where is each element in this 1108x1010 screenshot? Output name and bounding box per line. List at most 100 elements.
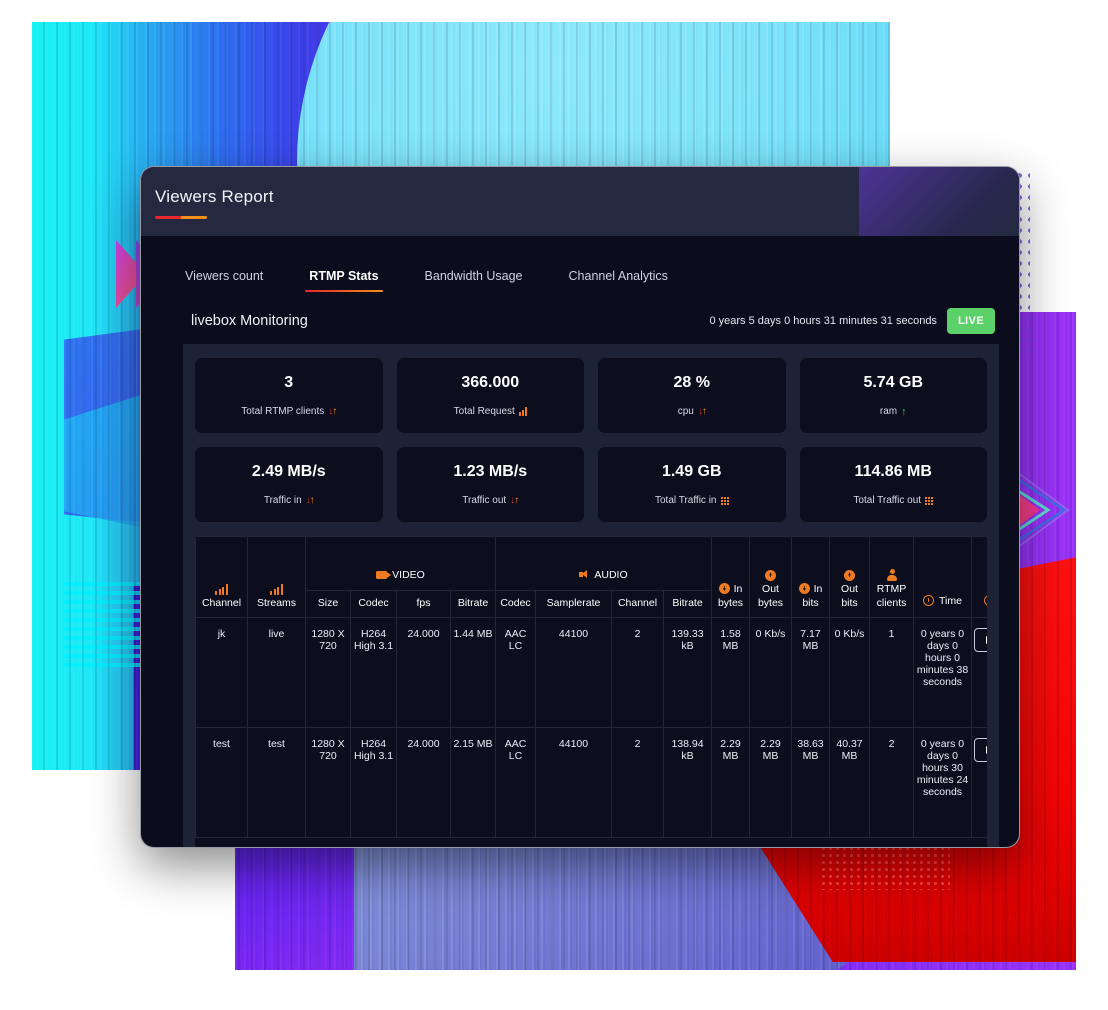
- th-out-bits: Out bits: [829, 536, 871, 618]
- tab-channel-analytics[interactable]: Channel Analytics: [569, 269, 668, 292]
- table-header-row-groups: Channel Streams VIDEO AUDIO In bytes Out…: [195, 536, 987, 618]
- cell-video-fps: 24.000: [396, 727, 451, 838]
- th-label: In: [813, 582, 823, 595]
- cell-video-codec: H264 High 3.1: [350, 617, 397, 728]
- window-body: Viewers count RTMP Stats Bandwidth Usage…: [141, 236, 1019, 847]
- play-button[interactable]: Play: [974, 628, 987, 652]
- clock-icon: [923, 595, 935, 606]
- halftone-pattern-red: [820, 845, 950, 890]
- stat-label: cpu: [677, 406, 694, 417]
- title-underline: [155, 216, 207, 219]
- screenshot-root: Viewers Report Viewers count RTMP Stats …: [0, 0, 1108, 1010]
- cell-in-bits: 7.17 MB: [791, 617, 831, 728]
- stat-card-ram: 5.74 GB ram ↑: [799, 358, 987, 433]
- th-video-codec: Codec: [350, 590, 397, 618]
- tab-viewers-count[interactable]: Viewers count: [185, 269, 263, 292]
- th-group-video: VIDEO: [305, 536, 496, 591]
- th-label: In: [733, 582, 743, 595]
- cell-video-codec: H264 High 3.1: [350, 727, 397, 838]
- cell-rtmp-clients: 2: [869, 727, 915, 838]
- stat-label-wrap: Total RTMP clients ↓↑: [241, 405, 337, 417]
- cell-video-size: 1280 X 720: [305, 727, 351, 838]
- cell-audio-bitrate: 138.94 kB: [662, 727, 713, 838]
- table-row: test test 1280 X 720 H264 High 3.1 24.00…: [195, 727, 987, 838]
- speaker-icon: [579, 570, 589, 579]
- play-button[interactable]: Play: [974, 738, 987, 762]
- stat-value: 114.86 MB: [854, 463, 932, 480]
- cell-audio-samplerate: 44100: [535, 617, 612, 728]
- th-label: Channel: [201, 596, 242, 609]
- th-video-fps: fps: [396, 590, 451, 618]
- tab-rtmp-stats[interactable]: RTMP Stats: [305, 269, 383, 292]
- cell-out-bits: 0 Kb/s: [829, 617, 871, 728]
- cell-play: Play: [971, 617, 987, 728]
- grid-dots-icon: [925, 496, 934, 505]
- stat-card-total-request: 366.000 Total Request: [396, 358, 584, 433]
- arrow-down-circle-icon: [718, 583, 730, 595]
- cell-video-bitrate: 1.44 MB: [450, 617, 496, 728]
- th-label: RTMP: [876, 582, 907, 595]
- cell-out-bytes: 0 Kb/s: [749, 617, 793, 728]
- tab-bandwidth-usage[interactable]: Bandwidth Usage: [425, 269, 523, 292]
- status-badge: LIVE: [946, 308, 995, 334]
- table-head: Channel Streams VIDEO AUDIO In bytes Out…: [195, 536, 987, 618]
- th-label: AUDIO: [594, 568, 628, 581]
- cell-in-bits: 38.63 MB: [791, 727, 831, 838]
- th-audio-codec: Codec: [495, 590, 536, 618]
- signal-bars-icon: [214, 583, 229, 595]
- stat-label: ram: [879, 406, 898, 417]
- th-video-size: Size: [305, 590, 351, 618]
- cell-channel: jk: [195, 617, 248, 728]
- stat-label: Total RTMP clients: [241, 406, 325, 417]
- cell-audio-channel: 2: [611, 727, 664, 838]
- stat-label-wrap: cpu ↓↑: [677, 406, 707, 417]
- background-margin-top: [0, 0, 1108, 22]
- th-streams: Streams: [247, 536, 306, 618]
- table-footer-spacer: [195, 838, 987, 847]
- background-margin-right: [1076, 0, 1108, 1010]
- video-camera-icon: [376, 571, 392, 579]
- up-down-arrows-icon: ↓↑: [328, 405, 337, 417]
- stat-card-traffic-out: 1.23 MB/s Traffic out ↓↑: [396, 447, 584, 522]
- th-in-bytes: In bytes: [711, 536, 751, 618]
- table-row: jk live 1280 X 720 H264 High 3.1 24.000 …: [195, 617, 987, 728]
- panel-title: livebox Monitoring: [191, 313, 308, 329]
- th-label: Out: [841, 582, 858, 595]
- th-out-bytes: Out bytes: [749, 536, 793, 618]
- panel-content: 3 Total RTMP clients ↓↑ 366.000 Total Re…: [183, 344, 999, 847]
- stat-label-wrap: Total Traffic in: [655, 495, 729, 506]
- tab-bar: Viewers count RTMP Stats Bandwidth Usage…: [141, 236, 1019, 292]
- cell-audio-channel: 2: [611, 617, 664, 728]
- rtmp-stats-table: Channel Streams VIDEO AUDIO In bytes Out…: [195, 536, 987, 838]
- stat-value: 28 %: [673, 374, 710, 391]
- play-triangle-icon: [986, 636, 987, 644]
- stat-value: 366.000: [461, 374, 520, 391]
- cell-rtmp-clients: 1: [869, 617, 915, 728]
- cell-channel: test: [195, 727, 248, 838]
- th-video-bitrate: Bitrate: [450, 590, 496, 618]
- stat-label: Traffic out: [462, 495, 507, 506]
- cell-audio-codec: AAC LC: [495, 617, 536, 728]
- th-label: bits: [802, 596, 819, 609]
- stat-label-wrap: Total Traffic out: [853, 495, 934, 506]
- cell-in-bytes: 1.58 MB: [711, 617, 751, 728]
- cell-audio-bitrate: 139.33 kB: [662, 617, 713, 728]
- stat-label: Total Traffic out: [853, 495, 922, 506]
- arrow-up-circle-icon: [765, 569, 777, 581]
- stat-label: Total Request: [453, 406, 515, 417]
- cell-play: Play: [971, 727, 987, 838]
- page-title: Viewers Report: [155, 187, 274, 206]
- cell-out-bits: 40.37 MB: [829, 727, 871, 838]
- cell-audio-codec: AAC LC: [495, 727, 536, 838]
- th-audio-channel: Channel: [611, 590, 664, 618]
- play-triangle-icon: [986, 746, 987, 754]
- th-play: Play: [971, 536, 987, 618]
- cell-video-size: 1280 X 720: [305, 617, 351, 728]
- th-audio-bitrate: Bitrate: [662, 590, 713, 618]
- table-body: jk live 1280 X 720 H264 High 3.1 24.000 …: [195, 617, 987, 838]
- th-label: Streams: [256, 596, 297, 609]
- panel-header: livebox Monitoring 0 years 5 days 0 hour…: [183, 298, 999, 344]
- th-audio-samplerate: Samplerate: [535, 590, 612, 618]
- th-rtmp-clients: RTMP clients: [869, 536, 915, 618]
- cell-stream: test: [247, 727, 306, 838]
